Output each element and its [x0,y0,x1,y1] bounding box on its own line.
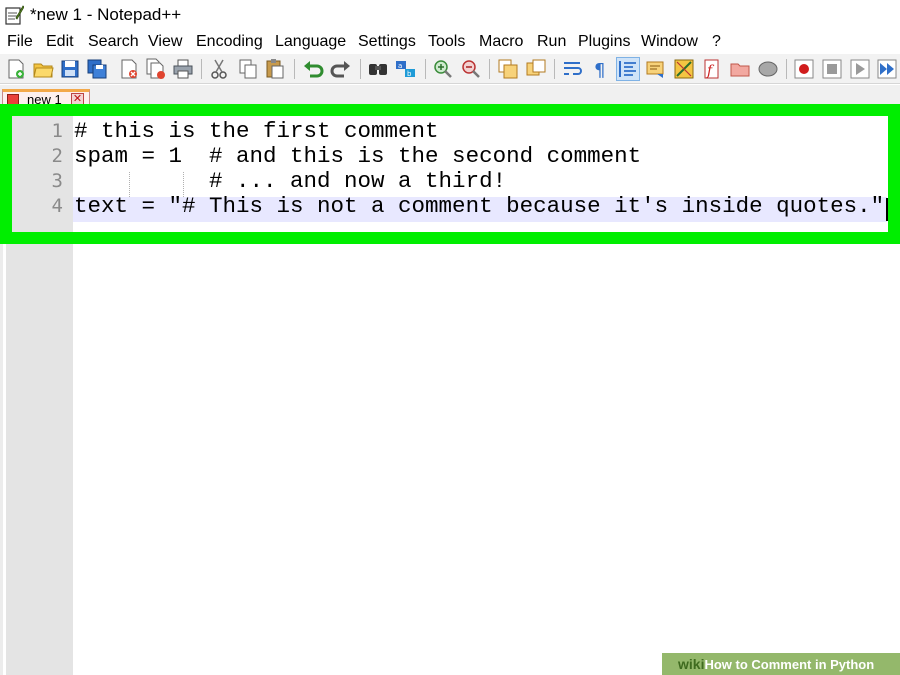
undo-icon[interactable] [302,58,324,80]
zoom-in-icon[interactable] [432,58,454,80]
tab-bar: new 1 ✕ [0,85,900,107]
close-all-icon[interactable] [145,58,167,80]
menu-edit[interactable]: Edit [46,33,74,51]
menu-view[interactable]: View [148,33,182,51]
svg-text:b: b [407,70,412,78]
print-icon[interactable] [172,58,194,80]
menu-search[interactable]: Search [88,33,139,51]
stop-macro-icon[interactable] [821,58,843,80]
menu-run[interactable]: Run [537,33,566,51]
svg-text:¶: ¶ [594,60,605,80]
sync-horizontal-scroll-icon[interactable] [525,58,547,80]
folder-as-workspace-icon[interactable]: f [701,58,723,80]
menu-plugins[interactable]: Plugins [578,33,630,51]
word-wrap-icon[interactable] [562,58,584,80]
close-icon[interactable] [118,58,140,80]
menu-tools[interactable]: Tools [428,33,465,51]
save-icon[interactable] [59,58,81,80]
toolbar-separator [360,59,361,79]
watermark-title: How to Comment in Python [704,657,875,672]
highlight-box [0,104,900,244]
notepad-plus-plus-icon [4,4,25,26]
toolbar-separator [294,59,295,79]
indent-guide-icon[interactable] [616,57,640,81]
copy-icon[interactable] [237,58,259,80]
menu-macro[interactable]: Macro [479,33,523,51]
open-file-icon[interactable] [32,58,54,80]
title-bar: *new 1 - Notepad++ [0,0,900,30]
toolbar-separator [786,59,787,79]
new-file-icon[interactable] [5,58,27,80]
toolbar-separator [425,59,426,79]
window-title: *new 1 - Notepad++ [30,5,182,24]
run-macro-multiple-icon[interactable] [876,58,898,80]
menu-help[interactable]: ? [712,33,721,51]
paste-icon[interactable] [264,58,286,80]
document-map-icon[interactable] [645,58,667,80]
zoom-out-icon[interactable] [460,58,482,80]
folder-icon[interactable] [729,58,751,80]
menu-encoding[interactable]: Encoding [196,33,263,51]
monitoring-icon[interactable] [757,58,779,80]
record-macro-icon[interactable] [793,58,815,80]
watermark-brand: wiki [678,656,705,672]
menu-window[interactable]: Window [641,33,698,51]
sync-vertical-scroll-icon[interactable] [497,58,519,80]
svg-text:a: a [398,62,402,70]
function-list-icon[interactable] [673,58,695,80]
menu-file[interactable]: File [7,33,33,51]
redo-icon[interactable] [330,58,352,80]
toolbar-separator [554,59,555,79]
menu-language[interactable]: Language [275,33,346,51]
toolbar: ab ¶ f [0,54,900,84]
show-all-characters-icon[interactable]: ¶ [590,58,612,80]
find-icon[interactable] [367,58,389,80]
save-all-icon[interactable] [86,58,108,80]
replace-icon[interactable]: ab [395,58,417,80]
playback-macro-icon[interactable] [849,58,871,80]
toolbar-separator [201,59,202,79]
menu-settings[interactable]: Settings [358,33,416,51]
menu-bar: File Edit Search View Encoding Language … [0,30,900,54]
cut-icon[interactable] [208,58,230,80]
watermark: wikiHow to Comment in Python [662,653,900,675]
toolbar-separator [489,59,490,79]
